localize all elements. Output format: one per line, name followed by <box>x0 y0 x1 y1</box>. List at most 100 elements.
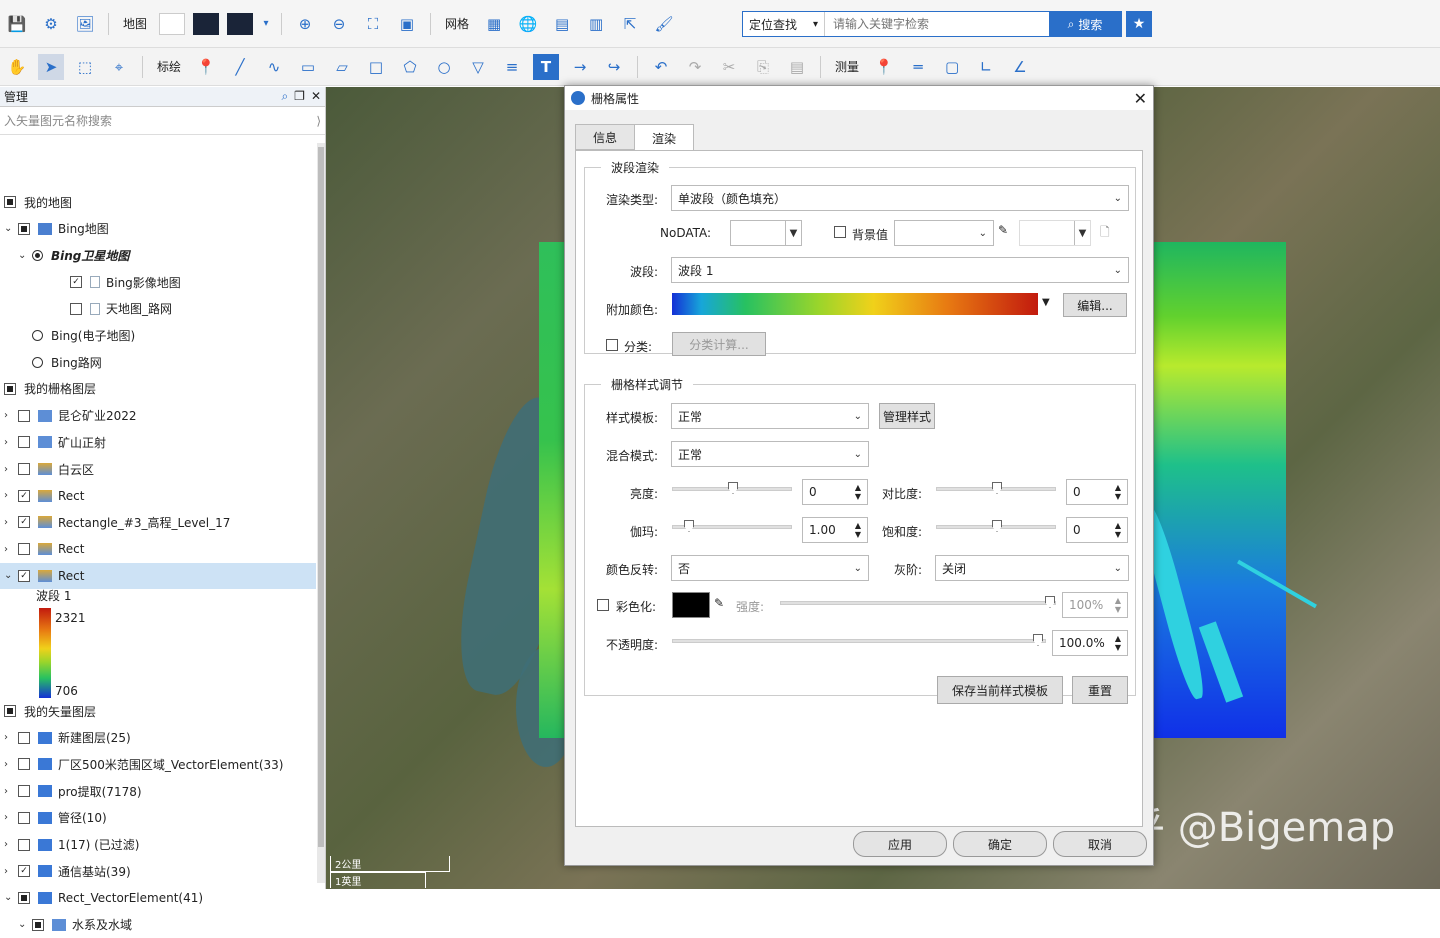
kml-grid-icon[interactable]: ▤ <box>549 11 575 37</box>
layer-checkbox[interactable] <box>4 705 16 717</box>
square-icon[interactable]: □ <box>363 54 389 80</box>
settings-gear-icon[interactable]: ⚙ <box>38 11 64 37</box>
background-color-picker[interactable]: ▼ <box>1019 220 1091 246</box>
brightness-input[interactable]: 0 ▲ ▼ <box>802 479 868 505</box>
saturation-slider[interactable] <box>936 520 1056 532</box>
edit-color-button[interactable]: 编辑... <box>1063 293 1127 317</box>
zoom-out-icon[interactable]: ⊖ <box>326 11 352 37</box>
band-select[interactable]: 波段 1 ⌄ <box>671 257 1129 283</box>
apply-button[interactable]: 应用 <box>853 831 947 857</box>
circle-icon[interactable]: ○ <box>431 54 457 80</box>
lasso-select-icon[interactable]: ⌖ <box>106 54 132 80</box>
layer-checkbox[interactable] <box>4 382 16 395</box>
copy-icon[interactable]: ⎘ <box>750 54 776 80</box>
layer-checkbox[interactable] <box>18 409 30 422</box>
background-checkbox[interactable] <box>834 226 846 238</box>
text-icon[interactable]: T <box>533 53 560 80</box>
layer-radio[interactable] <box>32 330 43 341</box>
arrow-icon[interactable]: → <box>567 54 593 80</box>
search-input[interactable] <box>825 17 1049 31</box>
redo-icon[interactable]: ↷ <box>682 54 708 80</box>
layer-tree-item[interactable]: › ✓ 通信基站(39) <box>0 858 131 884</box>
layer-tree-item[interactable]: ✓ Bing影像地图 <box>0 269 181 295</box>
layer-radio[interactable] <box>32 356 43 368</box>
chevron-down-icon[interactable]: ⌄ <box>18 919 32 930</box>
style-template-select[interactable]: 正常 ⌄ <box>671 403 869 429</box>
globe-icon[interactable]: 🌐 <box>515 11 541 37</box>
chevron-right-icon[interactable]: › <box>4 437 18 448</box>
grayscale-select[interactable]: 关闭 ⌄ <box>935 555 1129 581</box>
pentagon-icon[interactable]: ⬠ <box>397 54 423 80</box>
layer-checkbox[interactable] <box>18 543 30 556</box>
opacity-slider[interactable] <box>672 634 1046 646</box>
layer-checkbox[interactable] <box>70 302 82 315</box>
layer-tree-item[interactable]: Bing路网 <box>0 349 102 375</box>
favorite-star-icon[interactable]: ★ <box>1126 11 1152 37</box>
gamma-slider[interactable] <box>672 520 792 532</box>
layer-tree-item[interactable]: ⌄ ✓ Rect <box>0 562 316 589</box>
measure-distance-icon[interactable]: ═ <box>905 54 931 80</box>
search-button[interactable]: ⌕ 搜索 <box>1049 12 1121 36</box>
collapse-icon[interactable]: ⟩ <box>316 114 321 128</box>
layer-tree-item[interactable]: 我的地图 <box>0 189 72 215</box>
chevron-right-icon[interactable]: › <box>4 759 18 770</box>
chevron-down-icon[interactable]: ⌄ <box>4 570 18 581</box>
scrollbar[interactable] <box>317 143 325 883</box>
brightness-slider[interactable] <box>672 482 792 494</box>
export-icon[interactable]: ⇱ <box>617 11 643 37</box>
layer-tree-item[interactable]: › 新建图层(25) <box>0 725 131 751</box>
classify-checkbox[interactable] <box>606 339 618 351</box>
chevron-right-icon[interactable]: › <box>4 544 18 555</box>
save-style-template-button[interactable]: 保存当前样式模板 <box>937 676 1063 704</box>
strength-input[interactable]: 100% ▲ ▼ <box>1062 592 1128 618</box>
layer-checkbox[interactable] <box>32 918 44 931</box>
tab-info[interactable]: 信息 <box>575 124 636 150</box>
render-type-select[interactable]: 单波段（颜色填充） ⌄ <box>671 185 1129 211</box>
tile-grid-icon[interactable]: ▥ <box>583 11 609 37</box>
chevron-right-icon[interactable]: › <box>4 410 18 421</box>
triangle-icon[interactable]: ▽ <box>465 54 491 80</box>
curved-arrow-icon[interactable]: ↪ <box>601 54 627 80</box>
layer-checkbox[interactable] <box>18 838 30 851</box>
road-icon[interactable]: ≡ <box>499 54 525 80</box>
layer-tree-item[interactable]: › 昆仑矿业2022 <box>0 403 137 429</box>
zoom-extent-icon[interactable]: ⛶ <box>360 11 386 37</box>
layer-checkbox[interactable] <box>18 731 30 744</box>
undo-icon[interactable]: ↶ <box>648 54 674 80</box>
paste-icon[interactable]: ▤ <box>784 54 810 80</box>
brush-icon[interactable]: 🖌 <box>651 11 677 37</box>
float-window-icon[interactable]: ❐ <box>294 89 305 104</box>
gamma-input[interactable]: 1.00 ▲ ▼ <box>802 517 868 543</box>
layer-tree-item[interactable]: › 白云区 <box>0 456 94 482</box>
colorize-color-swatch[interactable] <box>672 592 710 618</box>
select-pointer-icon[interactable]: ➤ <box>38 53 64 80</box>
opacity-input[interactable]: 100.0% ▲ ▼ <box>1052 630 1128 656</box>
chevron-right-icon[interactable]: › <box>4 786 18 797</box>
layer-tree-item[interactable]: 天地图_路网 <box>0 296 172 322</box>
layer-checkbox[interactable]: ✓ <box>18 865 30 878</box>
satellite-dropdown-icon[interactable] <box>227 12 254 35</box>
layer-checkbox[interactable]: ✓ <box>18 516 30 529</box>
eyedropper-icon[interactable]: ✎ <box>714 596 724 610</box>
scrollbar-thumb[interactable] <box>318 147 324 847</box>
layer-tree-item[interactable]: 我的矢量图层 <box>0 698 96 724</box>
zoom-in-icon[interactable]: ⊕ <box>292 11 318 37</box>
layer-radio[interactable] <box>32 249 43 261</box>
curve-icon[interactable]: ∿ <box>261 54 287 80</box>
chevron-right-icon[interactable]: › <box>4 490 18 501</box>
search-mode-select[interactable]: 定位查找 ▾ <box>743 12 825 36</box>
tab-render[interactable]: 渲染 <box>634 124 695 151</box>
layer-checkbox[interactable] <box>18 436 30 449</box>
chevron-right-icon[interactable]: › <box>4 866 18 877</box>
layer-tree-item[interactable]: › pro提取(7178) <box>0 778 142 804</box>
layer-checkbox[interactable] <box>18 463 30 475</box>
point-marker-icon[interactable]: 📍 <box>193 54 219 80</box>
grid-icon[interactable]: ▦ <box>481 11 507 37</box>
measure-area-icon[interactable]: ▢ <box>939 54 965 80</box>
close-icon[interactable]: ✕ <box>311 89 321 104</box>
measure-azimuth-icon[interactable]: ∠ <box>1007 54 1033 80</box>
chevron-down-icon[interactable]: ⌄ <box>4 892 18 903</box>
layer-checkbox[interactable] <box>18 785 30 798</box>
line-icon[interactable]: ╱ <box>227 54 253 80</box>
chevron-right-icon[interactable]: › <box>4 812 18 823</box>
